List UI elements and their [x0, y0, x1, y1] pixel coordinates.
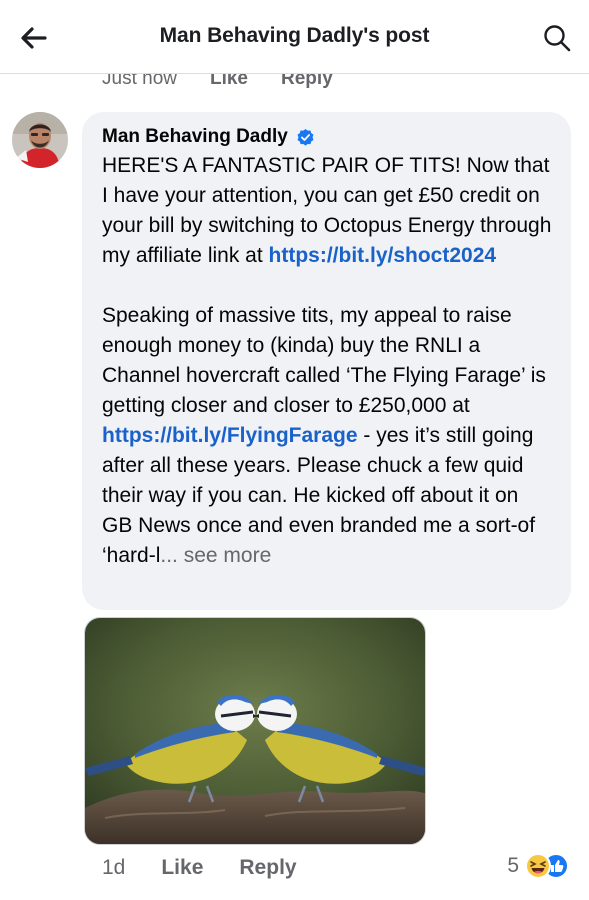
reaction-count: 5 — [507, 854, 519, 877]
haha-emoji-icon — [525, 853, 551, 879]
reaction-summary[interactable]: 5 — [507, 851, 571, 881]
comment-photo[interactable] — [84, 617, 426, 845]
top-bar: Man Behaving Dadly's post — [0, 0, 589, 74]
comment-author-name[interactable]: Man Behaving Dadly — [102, 126, 288, 148]
page-title: Man Behaving Dadly's post — [159, 24, 430, 47]
ellipsis: ... — [160, 544, 178, 567]
search-button[interactable] — [537, 18, 577, 58]
comment-bubble: Man Behaving Dadly HERE'S A FANTASTIC PA… — [82, 112, 571, 610]
comment-paragraph-1: HERE'S A FANTASTIC PAIR OF TITS! Now tha… — [102, 151, 553, 271]
comment-author-row: Man Behaving Dadly — [102, 124, 553, 150]
reaction-icons — [525, 851, 571, 881]
affiliate-link[interactable]: https://bit.ly/shoct2024 — [269, 244, 497, 267]
comment-actions: 1d Like Reply — [102, 848, 297, 888]
comment-time: 1d — [102, 856, 126, 879]
appeal-link[interactable]: https://bit.ly/FlyingFarage — [102, 424, 358, 447]
like-button[interactable]: Like — [161, 856, 203, 880]
comment-text: Speaking of massive tits, my appeal to r… — [102, 304, 546, 417]
verified-badge-icon — [297, 128, 314, 146]
comment-paragraph-2: Speaking of massive tits, my appeal to r… — [102, 301, 553, 571]
search-icon — [544, 25, 571, 52]
reply-button[interactable]: Reply — [239, 856, 296, 880]
comment-body: HERE'S A FANTASTIC PAIR OF TITS! Now tha… — [102, 151, 553, 571]
see-more-link[interactable]: see more — [178, 544, 272, 567]
avatar[interactable] — [12, 112, 68, 168]
